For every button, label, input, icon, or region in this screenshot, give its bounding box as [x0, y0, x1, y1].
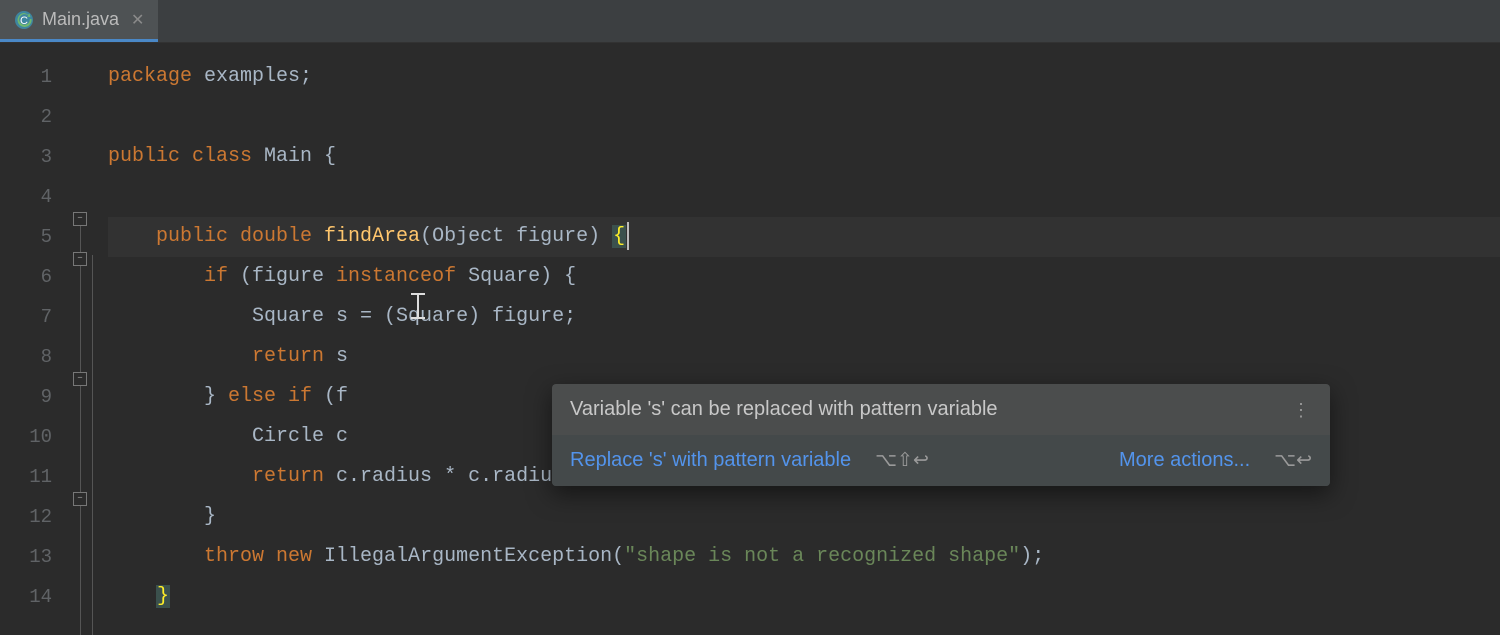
- line-number-gutter: 1 2 3 4 5 6 7 8 9 10 11 12 13 14: [0, 43, 70, 600]
- line-number: 13: [0, 537, 70, 577]
- intention-more-actions[interactable]: More actions...: [1119, 449, 1250, 472]
- intention-popup: Variable 's' can be replaced with patter…: [552, 384, 1330, 486]
- shortcut-hint: ⌥↩: [1274, 449, 1312, 472]
- close-icon[interactable]: ✕: [131, 10, 144, 30]
- more-vert-icon[interactable]: ⋮: [1292, 407, 1312, 413]
- intention-title: Variable 's' can be replaced with patter…: [570, 398, 998, 421]
- line-number: 12: [0, 497, 70, 537]
- java-class-icon: C: [14, 10, 34, 30]
- code-area[interactable]: package examples; public class Main { pu…: [108, 43, 1500, 600]
- line-number: 11: [0, 457, 70, 497]
- tab-bar: C Main.java ✕: [0, 0, 1500, 43]
- line-number: 3: [0, 137, 70, 177]
- line-number: 10: [0, 417, 70, 457]
- fold-toggle-icon[interactable]: –: [73, 212, 87, 226]
- line-number: 1: [0, 57, 70, 97]
- fold-gutter: – – – –: [70, 43, 108, 600]
- line-number: 5: [0, 217, 70, 257]
- editor: 1 2 3 4 5 6 7 8 9 10 11 12 13 14 – – – –…: [0, 43, 1500, 600]
- fold-toggle-icon[interactable]: –: [73, 372, 87, 386]
- line-number: 8: [0, 337, 70, 377]
- line-number: 9: [0, 377, 70, 417]
- line-number: 14: [0, 577, 70, 617]
- intention-action-replace[interactable]: Replace 's' with pattern variable: [570, 449, 851, 472]
- file-tab[interactable]: C Main.java ✕: [0, 0, 158, 42]
- fold-toggle-icon[interactable]: –: [73, 492, 87, 506]
- line-number: 6: [0, 257, 70, 297]
- tab-filename: Main.java: [42, 9, 119, 30]
- line-number: 4: [0, 177, 70, 217]
- fold-toggle-icon[interactable]: –: [73, 252, 87, 266]
- shortcut-hint: ⌥⇧↩: [875, 449, 929, 472]
- svg-text:C: C: [20, 15, 28, 27]
- line-number: 2: [0, 97, 70, 137]
- line-number: 7: [0, 297, 70, 337]
- text-caret: [627, 222, 629, 250]
